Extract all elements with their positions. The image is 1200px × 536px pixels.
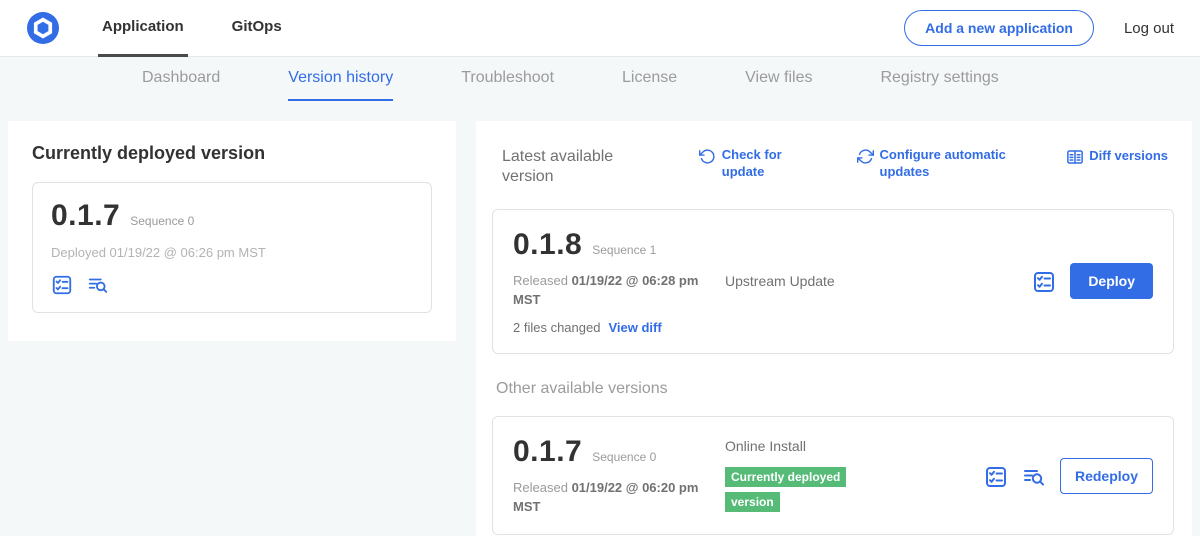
- nav-tab-application[interactable]: Application: [98, 0, 188, 57]
- latest-released-line: Released 01/19/22 @ 06:28 pm MST: [513, 272, 703, 310]
- app-logo-icon: [26, 11, 60, 45]
- subnav-label: Registry settings: [880, 69, 998, 87]
- preflight-checks-icon[interactable]: [1032, 270, 1054, 292]
- preflight-checks-icon[interactable]: [51, 274, 73, 296]
- available-versions-panel: Latest available version Check for updat…: [476, 121, 1192, 536]
- currently-deployed-badge: Currently deployed version: [725, 467, 846, 512]
- subnav-label: Version history: [288, 69, 393, 87]
- logout-link[interactable]: Log out: [1124, 20, 1174, 37]
- status-badge-wrap: Currently deployed version: [725, 464, 865, 514]
- latest-version-number: 0.1.8: [513, 228, 582, 262]
- subnav-label: License: [622, 69, 677, 87]
- available-header: Latest available version Check for updat…: [492, 143, 1174, 187]
- subnav-item-license[interactable]: License: [622, 57, 677, 101]
- deploy-button[interactable]: Deploy: [1070, 263, 1153, 299]
- configure-automatic-updates-label: Configure automatic updates: [880, 147, 1020, 181]
- other-versions-title: Other available versions: [496, 380, 1174, 398]
- configure-automatic-updates-button[interactable]: Configure automatic updates: [857, 147, 1020, 181]
- deployed-version-card: 0.1.7 Sequence 0 Deployed 01/19/22 @ 06:…: [32, 182, 432, 313]
- other-sequence-label: Sequence 0: [592, 450, 656, 464]
- other-released-line: Released 01/19/22 @ 06:20 pm MST: [513, 479, 703, 517]
- redeploy-button[interactable]: Redeploy: [1060, 458, 1153, 494]
- nav-tab-label: Application: [102, 18, 184, 35]
- nav-tab-label: GitOps: [232, 18, 282, 35]
- subnav-label: Troubleshoot: [461, 69, 554, 87]
- diff-versions-button[interactable]: Diff versions: [1066, 147, 1168, 165]
- latest-available-title: Latest available version: [502, 147, 652, 187]
- nav-tab-gitops[interactable]: GitOps: [228, 0, 286, 57]
- subnav-item-dashboard[interactable]: Dashboard: [142, 57, 220, 101]
- released-label: Released: [513, 480, 568, 495]
- latest-source-label: Upstream Update: [725, 273, 1032, 289]
- diff-versions-label: Diff versions: [1089, 148, 1168, 165]
- latest-sequence-label: Sequence 1: [592, 243, 656, 257]
- deployed-panel-title: Currently deployed version: [32, 143, 432, 164]
- view-diff-icon[interactable]: [1022, 465, 1044, 487]
- diff-versions-icon: [1066, 148, 1083, 165]
- app-subnav: Dashboard Version history Troubleshoot L…: [0, 57, 1200, 101]
- view-diff-icon[interactable]: [87, 274, 109, 296]
- subnav-item-view-files[interactable]: View files: [745, 57, 812, 101]
- subnav-item-registry-settings[interactable]: Registry settings: [880, 57, 998, 101]
- subnav-item-troubleshoot[interactable]: Troubleshoot: [461, 57, 554, 101]
- currently-deployed-panel: Currently deployed version 0.1.7 Sequenc…: [8, 121, 456, 341]
- files-changed-label: 2 files changed: [513, 320, 600, 335]
- released-label: Released: [513, 273, 568, 288]
- preflight-checks-icon[interactable]: [984, 465, 1006, 487]
- top-navbar: Application GitOps Add a new application…: [0, 0, 1200, 57]
- main-content: Currently deployed version 0.1.7 Sequenc…: [0, 101, 1200, 536]
- subnav-label: View files: [745, 69, 812, 87]
- check-for-update-button[interactable]: Check for update: [699, 147, 810, 181]
- latest-release-card: 0.1.8 Sequence 1 Released 01/19/22 @ 06:…: [492, 209, 1174, 354]
- deployed-timestamp: Deployed 01/19/22 @ 06:26 pm MST: [51, 245, 413, 260]
- subnav-label: Dashboard: [142, 69, 220, 87]
- deployed-sequence-label: Sequence 0: [130, 214, 194, 228]
- other-release-card: 0.1.7 Sequence 0 Released 01/19/22 @ 06:…: [492, 416, 1174, 536]
- check-for-update-label: Check for update: [722, 147, 810, 181]
- add-application-button[interactable]: Add a new application: [904, 10, 1094, 46]
- auto-update-icon: [857, 148, 874, 165]
- subnav-item-version-history[interactable]: Version history: [288, 57, 393, 101]
- files-changed-line: 2 files changed View diff: [513, 320, 725, 335]
- refresh-icon: [699, 148, 716, 165]
- view-diff-link[interactable]: View diff: [608, 320, 661, 335]
- deployed-version-number: 0.1.7: [51, 199, 120, 233]
- other-source-label: Online Install: [725, 438, 984, 454]
- other-version-number: 0.1.7: [513, 435, 582, 469]
